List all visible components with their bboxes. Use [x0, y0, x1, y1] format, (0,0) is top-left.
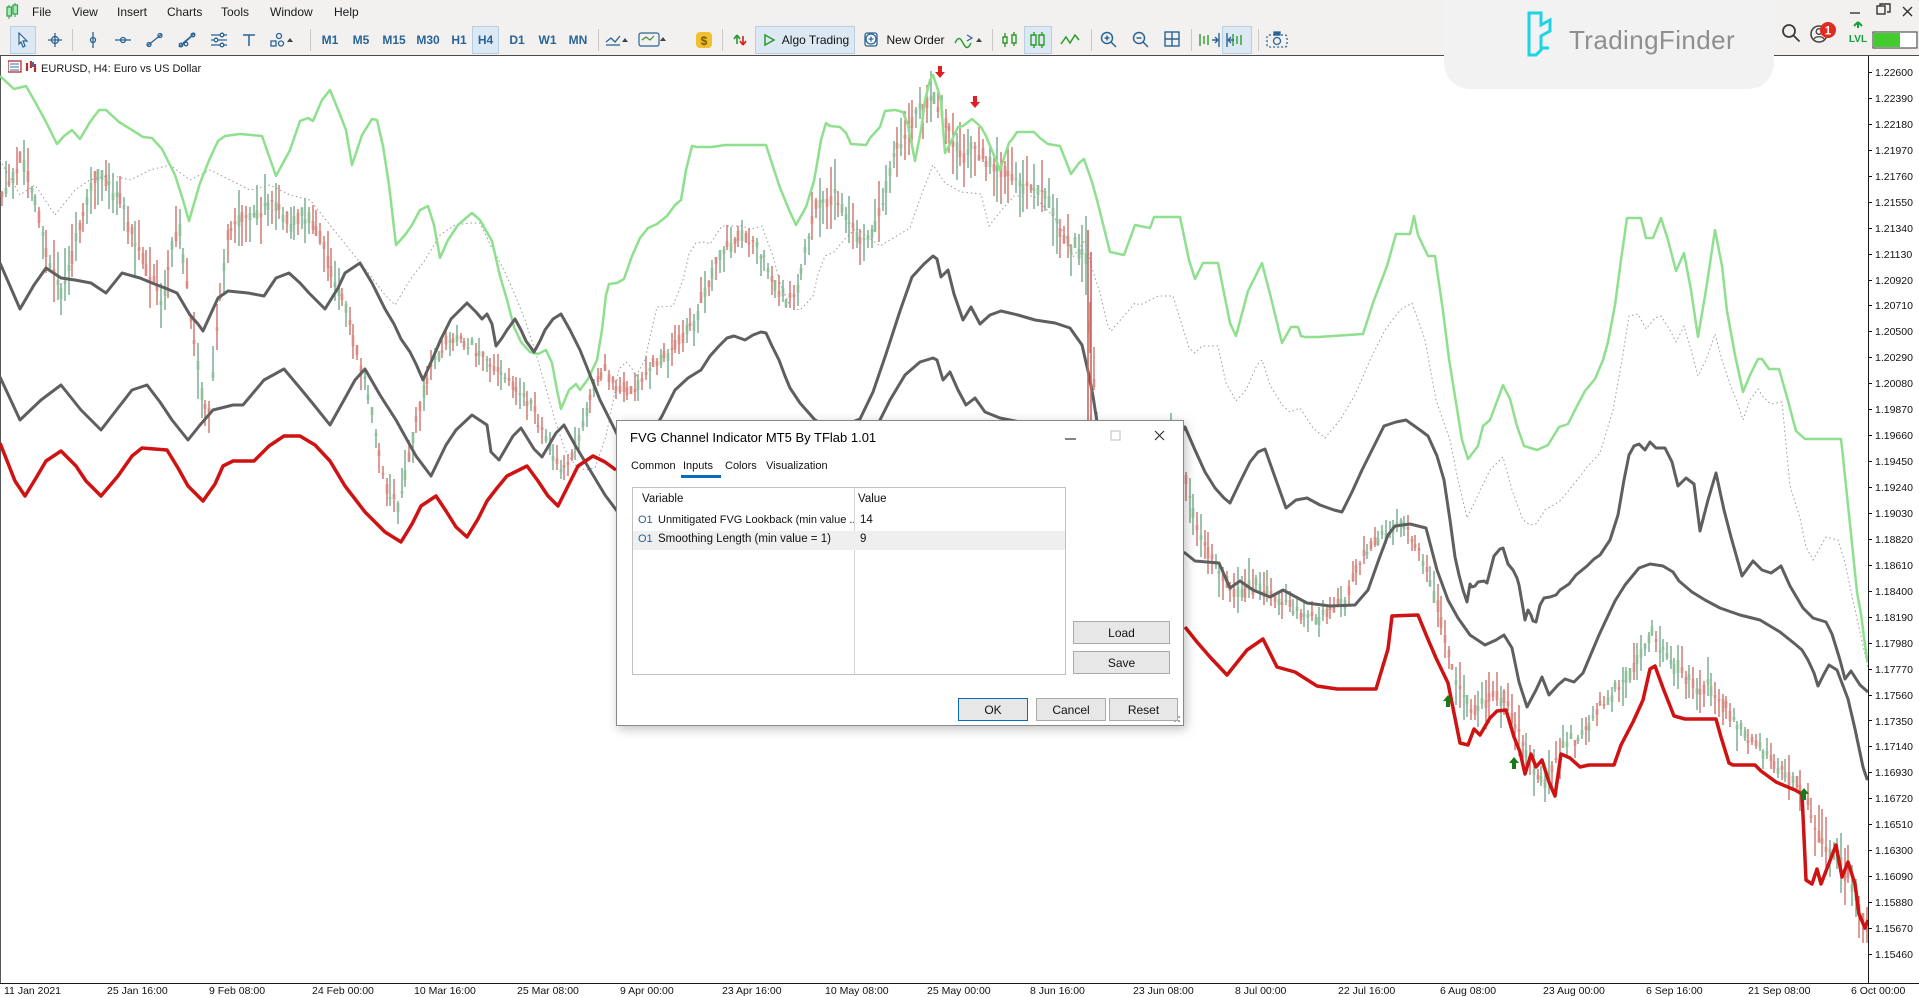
svg-text:TradingFinder: TradingFinder: [1569, 25, 1735, 55]
svg-text:LVL: LVL: [1849, 34, 1867, 45]
svg-text:$: $: [701, 34, 708, 48]
svg-text:1: 1: [1825, 26, 1832, 38]
